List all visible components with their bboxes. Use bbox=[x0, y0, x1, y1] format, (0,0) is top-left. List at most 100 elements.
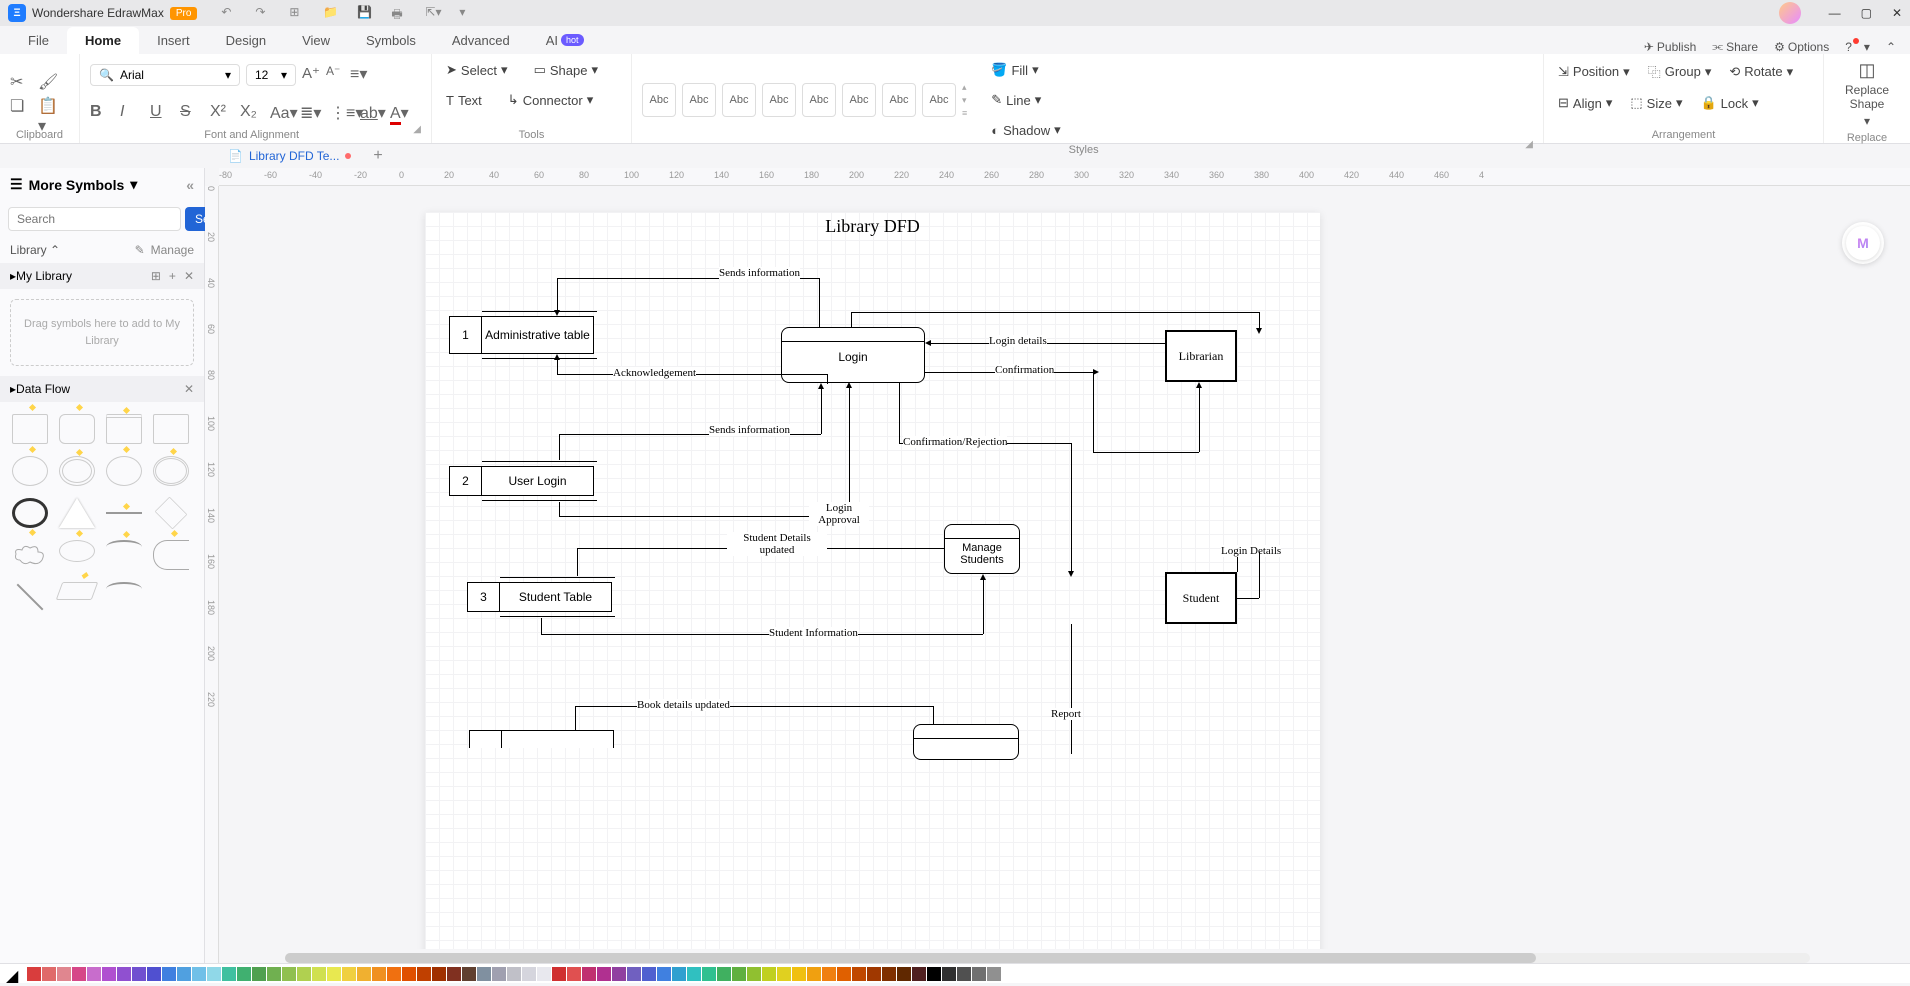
shape-circle2[interactable] bbox=[106, 456, 142, 486]
color-swatch[interactable] bbox=[867, 967, 881, 981]
dataflow-section[interactable]: ▸ Data Flow ✕ bbox=[0, 376, 204, 402]
label-login-details2[interactable]: Login Details bbox=[1221, 545, 1281, 557]
doc-tab-library-dfd[interactable]: 📄 Library DFD Te... bbox=[218, 146, 361, 166]
collapse-ribbon-icon[interactable]: ⌃ bbox=[1886, 40, 1896, 54]
color-swatch[interactable] bbox=[42, 967, 56, 981]
horizontal-scrollbar[interactable] bbox=[285, 953, 1810, 963]
style-2[interactable]: Abc bbox=[682, 83, 716, 117]
color-swatch[interactable] bbox=[297, 967, 311, 981]
style-4[interactable]: Abc bbox=[762, 83, 796, 117]
color-swatch[interactable] bbox=[402, 967, 416, 981]
color-swatch[interactable] bbox=[732, 967, 746, 981]
paste-icon[interactable]: 📋▾ bbox=[38, 96, 56, 114]
symbol-search-input[interactable] bbox=[8, 207, 181, 231]
shape-left-bracket[interactable] bbox=[153, 540, 189, 570]
shape-rect2[interactable] bbox=[153, 414, 189, 444]
shape-titled-rect[interactable] bbox=[106, 414, 142, 444]
color-swatch[interactable] bbox=[117, 967, 131, 981]
qat-more-icon[interactable]: ▾ bbox=[459, 5, 475, 21]
color-swatch[interactable] bbox=[462, 967, 476, 981]
replace-shape-button[interactable]: ◫ Replace Shape ▾ bbox=[1834, 58, 1900, 130]
open-icon[interactable]: 📁 bbox=[323, 5, 339, 21]
color-swatch[interactable] bbox=[282, 967, 296, 981]
line-spacing-icon[interactable]: ≣▾ bbox=[300, 103, 318, 121]
shape-ellipse[interactable] bbox=[59, 540, 95, 562]
color-swatch[interactable] bbox=[882, 967, 896, 981]
style-5[interactable]: Abc bbox=[802, 83, 836, 117]
label-conf-rej[interactable]: Confirmation/Rejection bbox=[903, 436, 1007, 448]
canvas-viewport[interactable]: Library DFD 1 Administrative table 2 Use… bbox=[219, 186, 1910, 949]
color-swatch[interactable] bbox=[342, 967, 356, 981]
color-swatch[interactable] bbox=[507, 967, 521, 981]
color-swatch[interactable] bbox=[87, 967, 101, 981]
increase-font-icon[interactable]: A⁺ bbox=[302, 64, 320, 82]
process-student-table[interactable]: 3 Student Table bbox=[467, 582, 612, 612]
export-icon[interactable]: ⇱▾ bbox=[425, 5, 441, 21]
font-size-dropdown[interactable]: ▾ bbox=[246, 64, 296, 86]
color-swatch[interactable] bbox=[597, 967, 611, 981]
color-swatch[interactable] bbox=[267, 967, 281, 981]
subscript-icon[interactable]: X₂ bbox=[240, 103, 258, 121]
text-align-icon[interactable]: ≡▾ bbox=[350, 64, 368, 82]
maximize-icon[interactable]: ▢ bbox=[1861, 6, 1872, 20]
color-swatch[interactable] bbox=[852, 967, 866, 981]
color-swatch[interactable] bbox=[312, 967, 326, 981]
shape-line[interactable] bbox=[106, 512, 142, 514]
color-swatch[interactable] bbox=[162, 967, 176, 981]
tab-symbols[interactable]: Symbols bbox=[348, 27, 434, 54]
style-3[interactable]: Abc bbox=[722, 83, 756, 117]
shape-circle3[interactable] bbox=[153, 456, 189, 486]
print-icon[interactable]: 🖶 bbox=[391, 5, 407, 21]
tab-insert[interactable]: Insert bbox=[139, 27, 208, 54]
panel-collapse-icon[interactable]: « bbox=[186, 177, 194, 193]
color-swatch[interactable] bbox=[252, 967, 266, 981]
bold-icon[interactable]: B bbox=[90, 103, 108, 121]
tab-design[interactable]: Design bbox=[208, 27, 284, 54]
color-swatch[interactable] bbox=[222, 967, 236, 981]
strike-icon[interactable]: S bbox=[180, 103, 198, 121]
color-swatch[interactable] bbox=[387, 967, 401, 981]
size-button[interactable]: ⬚ Size▾ bbox=[1626, 91, 1686, 115]
font-family-dropdown[interactable]: 🔍 ▾ bbox=[90, 64, 240, 86]
rotate-button[interactable]: ⟲ Rotate▾ bbox=[1725, 58, 1797, 85]
process-user-login[interactable]: 2 User Login bbox=[449, 466, 594, 496]
process-admin-table[interactable]: 1 Administrative table bbox=[449, 316, 594, 354]
color-swatch[interactable] bbox=[657, 967, 671, 981]
label-report[interactable]: Report bbox=[1051, 708, 1081, 720]
shape-triangle[interactable] bbox=[59, 498, 95, 528]
color-swatch[interactable] bbox=[747, 967, 761, 981]
color-swatch[interactable] bbox=[897, 967, 911, 981]
shape-tool[interactable]: ▭ Shape ▾ bbox=[530, 58, 602, 82]
format-painter-icon[interactable]: 🖌 bbox=[38, 72, 56, 90]
color-swatch[interactable] bbox=[957, 967, 971, 981]
shape-round-rect[interactable] bbox=[59, 414, 95, 444]
color-swatch[interactable] bbox=[552, 967, 566, 981]
label-confirmation[interactable]: Confirmation bbox=[995, 364, 1054, 376]
color-swatch[interactable] bbox=[612, 967, 626, 981]
color-swatch[interactable] bbox=[357, 967, 371, 981]
manage-link[interactable]: ✎ Manage bbox=[135, 243, 194, 257]
color-swatch[interactable] bbox=[237, 967, 251, 981]
connector-tool[interactable]: ↳ Connector ▾ bbox=[504, 88, 597, 112]
tab-advanced[interactable]: Advanced bbox=[434, 27, 528, 54]
label-book-updated[interactable]: Book details updated bbox=[637, 699, 730, 711]
color-swatch[interactable] bbox=[942, 967, 956, 981]
color-swatch[interactable] bbox=[522, 967, 536, 981]
color-swatch[interactable] bbox=[717, 967, 731, 981]
styles-dialog-launcher[interactable]: ◢ bbox=[1525, 139, 1533, 153]
tab-ai[interactable]: AIhot bbox=[528, 27, 602, 54]
shape-parallelogram[interactable] bbox=[56, 582, 99, 600]
minimize-icon[interactable]: — bbox=[1829, 6, 1841, 20]
shape-styles-gallery[interactable]: Abc Abc Abc Abc Abc Abc Abc Abc ▴ ▾ ≡ bbox=[642, 82, 967, 118]
color-swatch[interactable] bbox=[792, 967, 806, 981]
color-swatch[interactable] bbox=[582, 967, 596, 981]
color-swatch[interactable] bbox=[147, 967, 161, 981]
label-student-updated[interactable]: Student Details updated bbox=[727, 532, 827, 556]
color-swatch[interactable] bbox=[477, 967, 491, 981]
fill-button[interactable]: 🪣 Fill ▾ bbox=[987, 58, 1064, 82]
label-login-details[interactable]: Login details bbox=[989, 335, 1047, 347]
color-swatch[interactable] bbox=[447, 967, 461, 981]
color-swatch[interactable] bbox=[837, 967, 851, 981]
eyedropper-icon[interactable]: ◢ bbox=[6, 966, 22, 982]
color-swatch[interactable] bbox=[912, 967, 926, 981]
